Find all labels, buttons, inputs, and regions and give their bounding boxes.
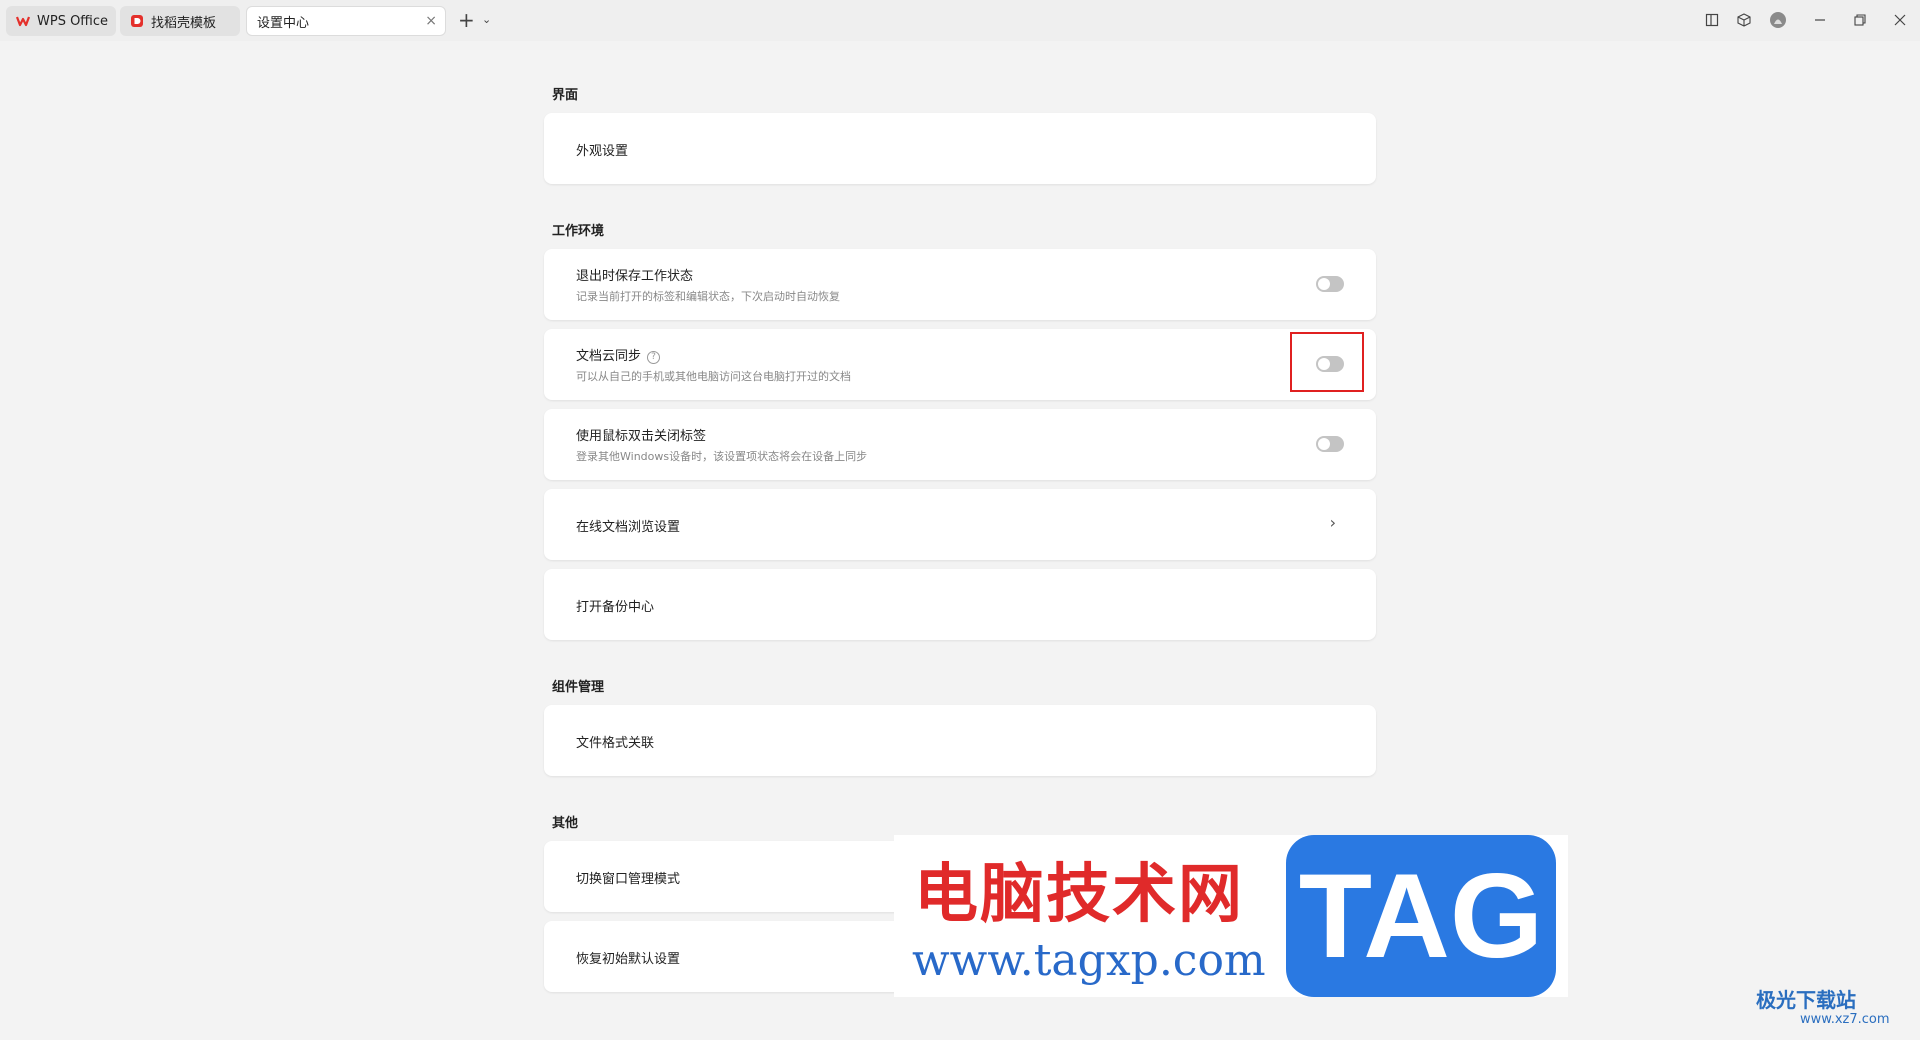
item-title-row: 文档云同步?: [576, 345, 661, 364]
item-title: 在线文档浏览设置: [576, 520, 681, 535]
section-title-components: 组件管理: [552, 680, 605, 695]
watermark-site-name: 电脑技术网: [914, 858, 1244, 932]
dblclick-close-toggle[interactable]: [1316, 436, 1344, 452]
item-title: 切换窗口管理模式: [576, 872, 681, 887]
section-title-other: 其他: [552, 816, 579, 831]
close-icon[interactable]: [1888, 8, 1912, 32]
save-state-toggle[interactable]: [1316, 276, 1344, 292]
docer-icon: [130, 14, 144, 28]
avatar[interactable]: [1766, 8, 1790, 32]
item-title: 文档云同步: [576, 349, 642, 364]
title-bar: WPS Office 找稻壳模板 设置中心 × + ⌄: [0, 0, 1920, 41]
watermark-tag-logo: TAG: [1286, 835, 1556, 997]
corner-watermark-name: 极光下载站: [1756, 988, 1856, 1012]
tab-label: WPS Office: [37, 13, 109, 29]
chevron-right-icon: ›: [1329, 513, 1336, 532]
tab-settings-center[interactable]: 设置中心 ×: [246, 6, 446, 36]
tab-wps-office[interactable]: WPS Office: [6, 6, 116, 36]
tab-docer-templates[interactable]: 找稻壳模板: [120, 6, 240, 36]
section-title-workspace: 工作环境: [552, 224, 605, 239]
chevron-down-icon[interactable]: ⌄: [482, 10, 491, 30]
online-browse-settings-item[interactable]: 在线文档浏览设置 ›: [544, 489, 1376, 560]
tab-label: 设置中心: [257, 15, 310, 31]
watermark-url: www.tagxp.com: [912, 935, 1266, 986]
file-association-item[interactable]: 文件格式关联: [544, 705, 1376, 776]
toggle-knob: [1318, 278, 1330, 290]
item-title: 文件格式关联: [576, 736, 655, 751]
help-icon[interactable]: ?: [647, 351, 661, 364]
item-title: 退出时保存工作状态: [576, 269, 694, 284]
section-title-interface: 界面: [552, 88, 579, 103]
layout-icon[interactable]: [1700, 8, 1724, 32]
item-description: 登录其他Windows设备时，该设置项状态将会在设备上同步: [576, 450, 868, 463]
toggle-knob: [1318, 438, 1330, 450]
wps-logo-icon: [15, 14, 31, 28]
tab-label: 找稻壳模板: [151, 15, 217, 31]
item-description: 记录当前打开的标签和编辑状态，下次启动时自动恢复: [576, 290, 840, 303]
item-title: 使用鼠标双击关闭标签: [576, 429, 707, 444]
dblclick-close-item: 使用鼠标双击关闭标签 登录其他Windows设备时，该设置项状态将会在设备上同步: [544, 409, 1376, 480]
highlight-box: [1290, 332, 1364, 392]
minimize-icon[interactable]: [1808, 8, 1832, 32]
backup-center-item[interactable]: 打开备份中心: [544, 569, 1376, 640]
new-tab-button[interactable]: +: [458, 8, 475, 32]
appearance-settings-item[interactable]: 外观设置: [544, 113, 1376, 184]
watermark-banner: 电脑技术网 www.tagxp.com TAG: [894, 835, 1568, 997]
corner-watermark-url: www.xz7.com: [1800, 1012, 1890, 1027]
item-title: 恢复初始默认设置: [576, 952, 681, 967]
item-description: 可以从自己的手机或其他电脑访问这台电脑打开过的文档: [576, 370, 851, 383]
item-title: 打开备份中心: [576, 600, 655, 615]
restore-icon[interactable]: [1848, 8, 1872, 32]
item-title: 外观设置: [576, 144, 629, 159]
cloud-sync-item: 文档云同步? 可以从自己的手机或其他电脑访问这台电脑打开过的文档: [544, 329, 1376, 400]
cube-icon[interactable]: [1732, 8, 1756, 32]
save-state-item: 退出时保存工作状态 记录当前打开的标签和编辑状态，下次启动时自动恢复: [544, 249, 1376, 320]
close-tab-icon[interactable]: ×: [425, 13, 437, 29]
